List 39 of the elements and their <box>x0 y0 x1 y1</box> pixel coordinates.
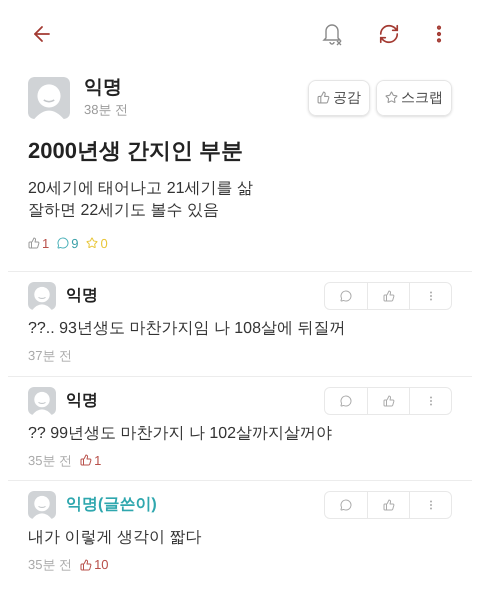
star-icon <box>385 91 398 104</box>
avatar-icon <box>28 282 56 310</box>
thumbs-up-icon <box>28 237 40 250</box>
post-body-line: 잘하면 22세기도 볼수 있음 <box>28 200 220 220</box>
comment-count: 9 <box>71 234 78 252</box>
post-title: 2000년생 간지인 부분 <box>28 136 244 164</box>
thumbs-up-icon <box>80 454 92 466</box>
author-name: 익명 <box>84 76 123 100</box>
scrap-count: 0 <box>100 234 108 252</box>
like-button[interactable]: 공감 <box>308 80 370 116</box>
thumbs-up-icon <box>80 558 92 571</box>
scrap-button[interactable]: 스크랩 <box>376 80 452 116</box>
comment-time: 35분 전 <box>28 452 72 470</box>
comment-icon <box>340 290 352 302</box>
star-icon <box>86 237 98 250</box>
thumbs-up-icon <box>382 499 394 511</box>
comment-time: 37분 전 <box>28 347 72 365</box>
thumbs-up-icon <box>382 290 394 302</box>
post-time: 38분 전 <box>84 101 130 119</box>
avatar-icon <box>28 76 70 119</box>
avatar-icon <box>28 386 56 414</box>
thumbs-up-icon <box>317 91 330 104</box>
comment-icon <box>57 237 70 250</box>
comment-like-count: 10 <box>94 556 109 574</box>
commenter-name: 익명 <box>66 390 99 410</box>
comment-like-count: 1 <box>94 452 102 470</box>
comment-icon <box>340 394 352 406</box>
avatar-icon <box>28 491 56 519</box>
comment-text: ??.. 93년생도 마찬가지임 나 108살에 뒤질꺼 <box>28 319 346 339</box>
comment-time: 35분 전 <box>28 556 72 574</box>
commenter-name: 익명(글쓴이) <box>66 495 158 515</box>
comment-text: ?? 99년생도 마찬가지 나 102살까지살꺼야 <box>28 424 334 444</box>
refresh-icon[interactable] <box>378 23 400 45</box>
comment-text: 내가 이렇게 생각이 짧다 <box>28 528 202 548</box>
comment-icon <box>340 499 352 511</box>
commenter-name: 익명 <box>66 286 99 306</box>
thumbs-up-icon <box>382 394 394 406</box>
post-body-line: 20세기에 태어나고 21세기를 삶 <box>28 178 254 198</box>
like-count: 1 <box>42 234 50 252</box>
